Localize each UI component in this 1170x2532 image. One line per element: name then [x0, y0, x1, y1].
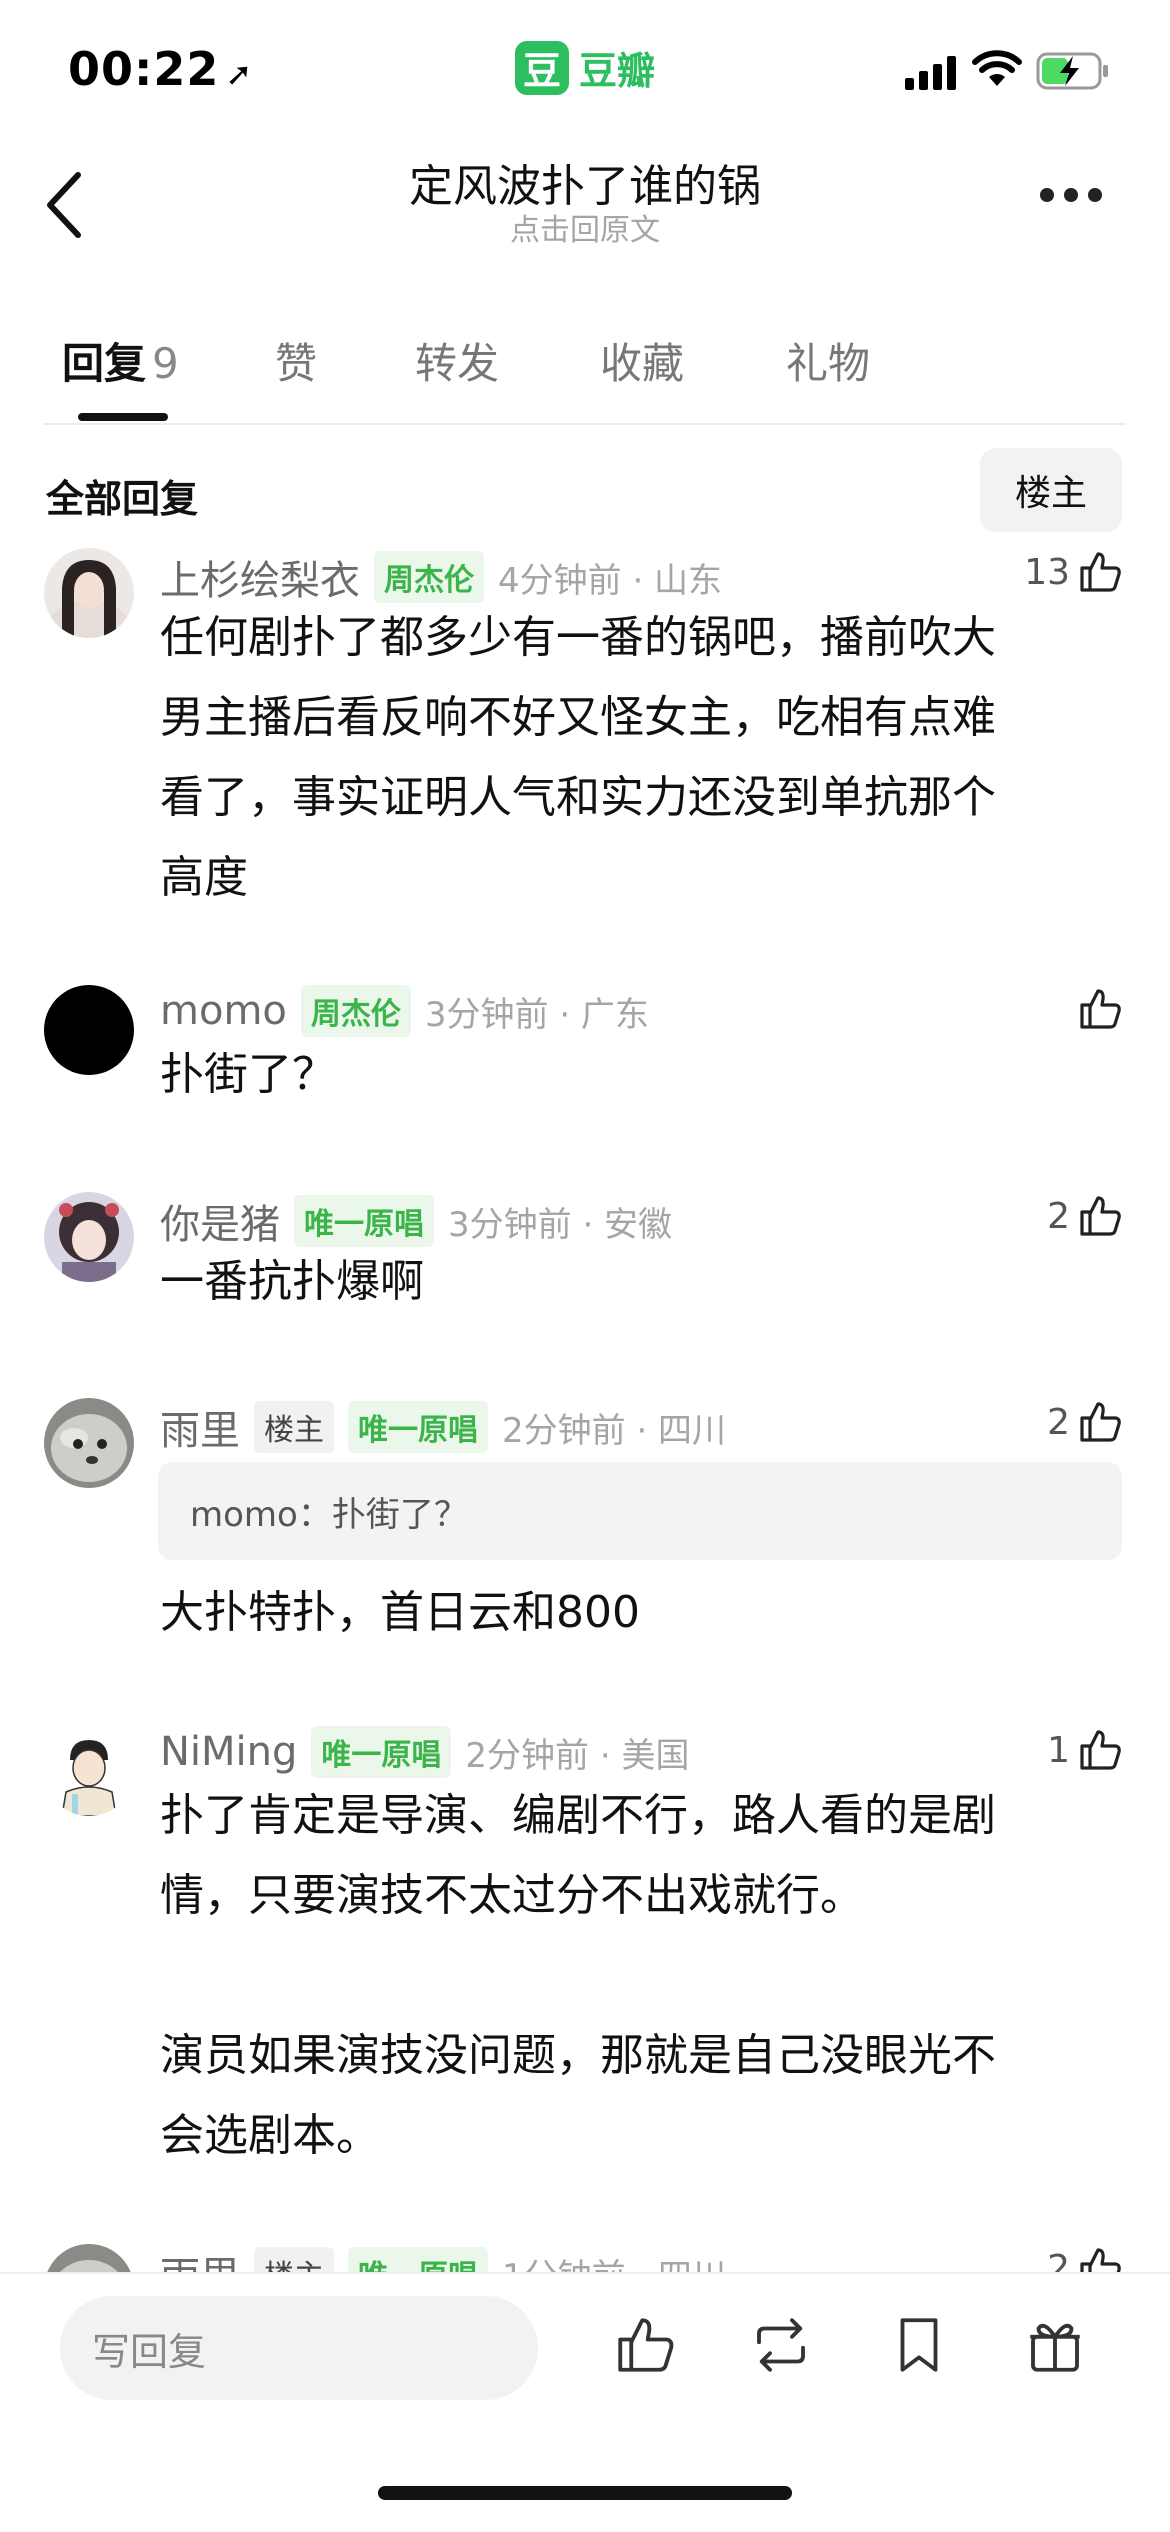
- thumbs-up-icon: [1080, 552, 1121, 592]
- wifi-icon: [972, 50, 1022, 86]
- comment-time-location: 2分钟前 · 四川: [502, 1410, 727, 1451]
- like-button[interactable]: [1076, 985, 1124, 1033]
- tab-replies[interactable]: 回复 9: [62, 330, 179, 391]
- location-arrow-icon: ➚: [225, 55, 254, 93]
- thumbs-up-icon: [1080, 1402, 1121, 1442]
- comment-text: 大扑特扑，首日云和800: [160, 1587, 640, 1638]
- op-badge: 楼主: [254, 1401, 334, 1453]
- more-options-icon[interactable]: [1040, 188, 1102, 202]
- like-button[interactable]: 2: [1047, 1398, 1124, 1446]
- app-brand: 豆 豆瓣: [515, 40, 655, 95]
- back-to-original-link[interactable]: 点击回原文: [0, 205, 1170, 249]
- op-only-filter-button[interactable]: 楼主: [980, 448, 1122, 532]
- username[interactable]: NiMing: [160, 1729, 297, 1775]
- comment-text: 扑街了？: [160, 1049, 336, 1100]
- thumbs-up-icon: [1080, 1196, 1121, 1236]
- username[interactable]: 雨里: [160, 1398, 240, 1456]
- active-tab-indicator: [78, 413, 168, 421]
- username[interactable]: momo: [160, 988, 287, 1034]
- tab-gifts[interactable]: 礼物: [786, 330, 870, 391]
- thumbs-up-icon: [1080, 989, 1121, 1029]
- home-indicator: [378, 2486, 792, 2500]
- reshare-icon[interactable]: [748, 2312, 814, 2378]
- fan-badge: 周杰伦: [300, 985, 411, 1037]
- bottom-action-bar: 写回复: [0, 2272, 1170, 2532]
- comment-meta: 雨里 楼主 唯一原唱 2分钟前 · 四川: [160, 1398, 726, 1456]
- fan-badge: 唯一原唱: [294, 1195, 434, 1247]
- like-button[interactable]: 13: [1024, 548, 1124, 596]
- comment-text: 任何剧扑了都多少有一番的锅吧，播前吹大 男主播后看反响不好又怪女主，吃相有点难 …: [160, 612, 996, 903]
- all-replies-heading: 全部回复: [46, 477, 199, 521]
- app-name: 豆瓣: [579, 49, 656, 93]
- battery-charging-icon: [1036, 52, 1108, 90]
- like-count: 1: [1047, 1729, 1070, 1771]
- like-count: 13: [1024, 551, 1070, 593]
- like-button[interactable]: 1: [1047, 1726, 1124, 1774]
- comment-time-location: 3分钟前 · 安徽: [448, 1204, 673, 1245]
- status-bar: 00:22 ➚ 豆 豆瓣: [0, 0, 1170, 140]
- tab-replies-count: 9: [152, 339, 179, 388]
- avatar[interactable]: [44, 1192, 134, 1282]
- avatar[interactable]: [44, 1726, 134, 1816]
- tab-collections[interactable]: 收藏: [600, 330, 684, 391]
- reply-input[interactable]: 写回复: [60, 2296, 538, 2400]
- fan-badge: 唯一原唱: [348, 1401, 488, 1453]
- tab-likes[interactable]: 赞: [275, 330, 317, 391]
- like-count: 2: [1047, 1195, 1070, 1237]
- thumbs-up-icon: [1080, 1730, 1121, 1770]
- status-time: 00:22 ➚: [68, 42, 254, 96]
- comment-meta: NiMing 唯一原唱 2分钟前 · 美国: [160, 1726, 689, 1778]
- tab-divider: [44, 423, 1126, 425]
- tab-reshares[interactable]: 转发: [415, 330, 499, 391]
- gift-icon[interactable]: [1022, 2312, 1088, 2378]
- comment-meta: momo 周杰伦 3分钟前 · 广东: [160, 985, 649, 1037]
- avatar[interactable]: [44, 548, 134, 638]
- tab-replies-label: 回复: [62, 339, 147, 388]
- comment-text: 扑了肯定是导演、编剧不行，路人看的是剧 情，只要演技不太过分不出戏就行。 演员如…: [160, 1790, 996, 2161]
- comment-time-location: 4分钟前 · 山东: [498, 560, 723, 601]
- like-post-icon[interactable]: [612, 2312, 678, 2378]
- comment-time-location: 3分钟前 · 广东: [424, 994, 649, 1035]
- bookmark-icon[interactable]: [886, 2312, 952, 2378]
- like-count: 2: [1047, 1401, 1070, 1443]
- like-button[interactable]: 2: [1047, 1192, 1124, 1240]
- fan-badge: 周杰伦: [374, 551, 484, 603]
- avatar[interactable]: [44, 985, 134, 1075]
- avatar[interactable]: [44, 1398, 134, 1488]
- comment-time-location: 2分钟前 · 美国: [465, 1735, 690, 1776]
- comment-text: 一番抗扑爆啊: [160, 1256, 424, 1307]
- quoted-reply[interactable]: momo：扑街了？: [158, 1462, 1122, 1560]
- douban-logo: 豆: [515, 40, 569, 95]
- fan-badge: 唯一原唱: [311, 1726, 452, 1778]
- cellular-signal-icon: [905, 56, 956, 90]
